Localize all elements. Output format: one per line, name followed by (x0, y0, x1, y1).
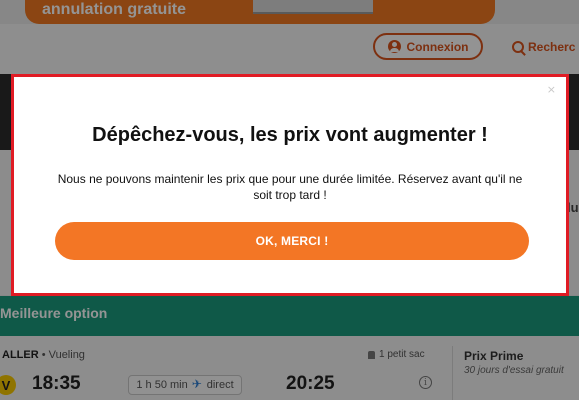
modal-title: Dépêchez-vous, les prix vont augmenter ! (92, 124, 488, 146)
modal-message: Nous ne pouvons maintenir les prix que p… (57, 172, 523, 202)
price-alert-modal: × Dépêchez-vous, les prix vont augmenter… (11, 74, 569, 296)
ok-thanks-button[interactable]: OK, MERCI ! (55, 222, 529, 260)
close-icon[interactable]: × (547, 83, 556, 96)
